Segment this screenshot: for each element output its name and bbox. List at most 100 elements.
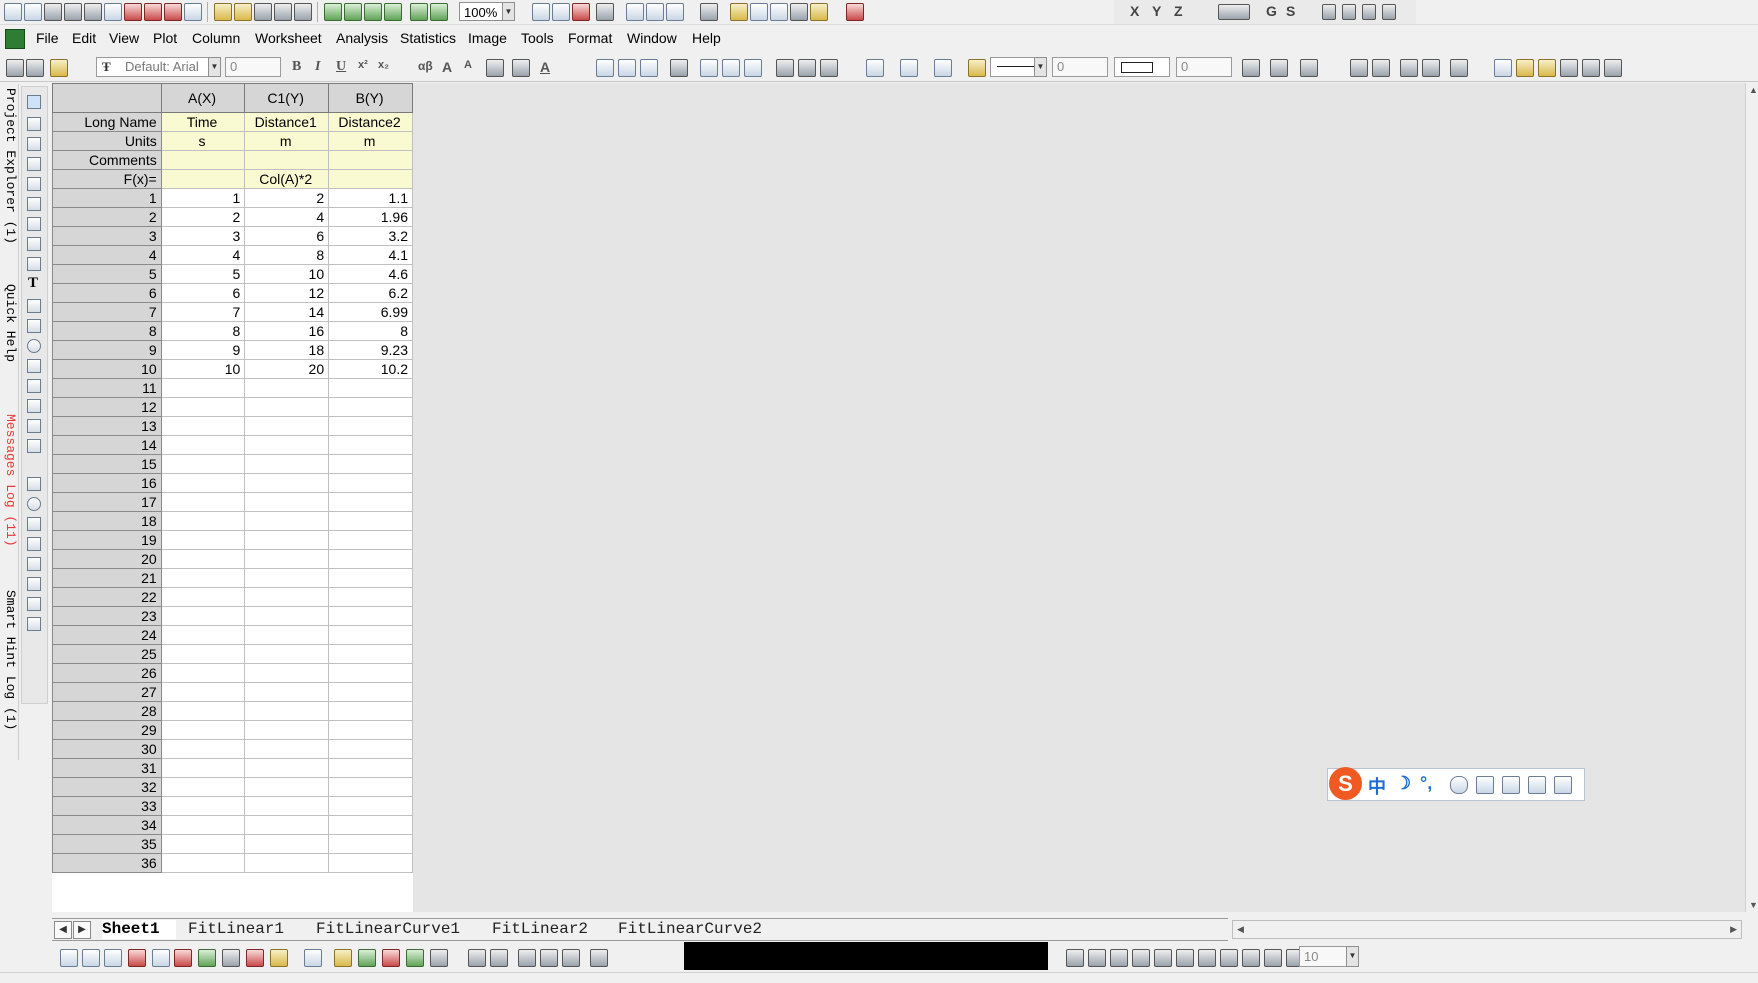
arrow-tool-icon[interactable] [27,299,41,313]
open-excel-icon[interactable] [254,3,272,21]
data-cell[interactable] [328,834,413,854]
font-color-button[interactable]: A [540,59,550,75]
grid-icon[interactable] [1300,59,1318,77]
data-cell[interactable] [160,682,246,702]
distribute-icon[interactable] [1242,949,1260,967]
3d-surface-icon[interactable] [334,949,352,967]
data-cell[interactable] [244,606,330,626]
tab-scroll-right-icon[interactable]: ▶ [73,921,91,939]
data-cell[interactable]: 6 [244,226,330,246]
data-cell[interactable] [244,796,330,816]
remove-filter-icon[interactable] [798,59,816,77]
double-y-icon[interactable] [152,949,170,967]
data-cell[interactable] [244,378,330,398]
row-number[interactable]: 15 [52,454,162,474]
duplicate-icon[interactable] [572,3,590,21]
data-cell[interactable] [244,701,330,721]
tab-quick-help[interactable]: Quick Help [0,284,18,364]
line-style-dropdown[interactable]: ▼ [1034,57,1047,77]
tab-smart-hint-log[interactable]: Smart Hint Log (1) [0,590,18,740]
data-cell[interactable]: 7 [160,302,246,322]
data-cell[interactable] [328,720,413,740]
data-selector-icon[interactable] [27,197,41,211]
row-number[interactable]: 17 [52,492,162,512]
normalize-icon[interactable] [670,59,688,77]
ime-keyboard-icon[interactable] [1476,776,1494,794]
superscript-button[interactable]: x² [358,59,368,71]
row-number[interactable]: 26 [52,663,162,683]
data-cell[interactable] [160,587,246,607]
units-cell[interactable]: m [328,131,413,151]
label-style-icon[interactable] [1218,4,1250,20]
data-cell[interactable] [160,492,246,512]
data-cell[interactable] [244,397,330,417]
data-cell[interactable]: 20 [244,359,330,379]
new-worksheet-icon[interactable] [44,3,62,21]
data-cell[interactable] [244,511,330,531]
data-cell[interactable]: 10 [160,359,246,379]
layer-add-icon[interactable] [468,949,486,967]
find-icon[interactable] [730,3,748,21]
new-graph-icon[interactable] [104,3,122,21]
data-cell[interactable]: 14 [244,302,330,322]
row-number[interactable]: 28 [52,701,162,721]
data-cell[interactable] [328,530,413,550]
pointer-tool-icon[interactable] [27,95,41,109]
lock-icon[interactable] [1450,59,1468,77]
mask-tool-icon[interactable] [27,237,41,251]
group-icon[interactable] [1264,949,1282,967]
data-cell[interactable] [244,720,330,740]
line-tool-icon[interactable] [27,319,41,333]
menu-help[interactable]: Help [692,30,721,46]
data-cell[interactable]: 4 [244,207,330,227]
data-cell[interactable]: 4.6 [328,264,413,284]
axis-scale-icon[interactable] [562,949,580,967]
data-cell[interactable] [160,416,246,436]
ime-skin-icon[interactable] [1528,776,1546,794]
data-cell[interactable] [328,777,413,797]
data-cell[interactable] [328,815,413,835]
addons-icon[interactable] [1604,59,1622,77]
data-cell[interactable]: 18 [244,340,330,360]
set-column-values-icon[interactable] [596,59,614,77]
batch-process-icon[interactable] [410,3,428,21]
save-template-icon[interactable] [294,3,312,21]
layer-tool-icon[interactable] [27,439,41,453]
refresh-icon[interactable] [552,3,570,21]
data-cell[interactable]: 8 [160,321,246,341]
region-selector-icon[interactable] [27,217,41,231]
italic-button[interactable]: I [315,59,320,75]
next-icon[interactable] [1362,4,1376,20]
row-number[interactable]: 16 [52,473,162,493]
fill-pattern-icon[interactable] [512,59,530,77]
menu-image[interactable]: Image [468,30,507,46]
sheet-tab-fitlinearcurve1[interactable]: FitLinearCurve1 [316,920,472,939]
new-excel-icon[interactable] [84,3,102,21]
gadget-icon[interactable] [1560,59,1578,77]
data-cell[interactable]: 16 [244,321,330,341]
data-cell[interactable]: 3 [160,226,246,246]
line-plot-icon[interactable] [60,949,78,967]
data-cell[interactable] [244,530,330,550]
data-cell[interactable] [328,587,413,607]
import-wizard-icon[interactable] [324,3,342,21]
row-number[interactable]: 1 [52,188,162,208]
data-cell[interactable] [160,796,246,816]
decrease-font-button[interactable]: A [464,59,472,71]
data-cell[interactable]: 8 [244,245,330,265]
row-number[interactable]: 5 [52,264,162,284]
long-name-cell[interactable]: Time [160,112,246,132]
line-symbol-plot-icon[interactable] [104,949,122,967]
data-cell[interactable] [244,682,330,702]
row-number[interactable]: 19 [52,530,162,550]
data-cell[interactable] [328,397,413,417]
insert-table-icon[interactable] [27,617,41,631]
row-number[interactable]: 9 [52,340,162,360]
row-number[interactable]: 14 [52,435,162,455]
data-cell[interactable] [160,397,246,417]
column-plot-icon[interactable] [128,949,146,967]
comments-cell[interactable] [160,150,246,170]
image-tool-icon[interactable] [27,399,41,413]
rectangle-tool-icon[interactable] [27,379,41,393]
calculator-icon[interactable] [770,3,788,21]
